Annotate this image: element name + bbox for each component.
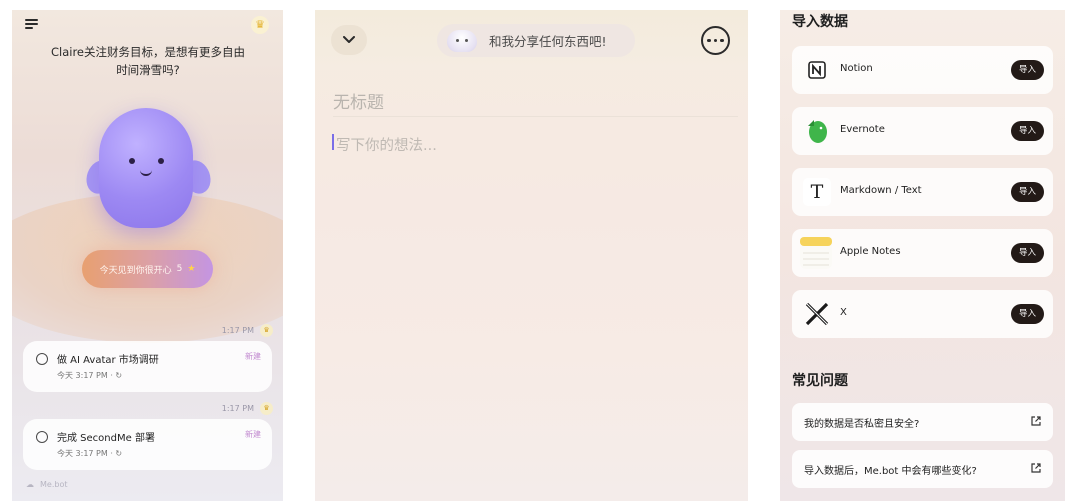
today-pill-label: 今天见到你很开心	[99, 265, 172, 276]
import-button[interactable]: 导入	[1011, 243, 1044, 263]
task-timestamp: 1:17 PM ♛	[222, 324, 273, 337]
greeting-text: Claire关注财务目标，是想有更多自由时间滑雪吗?	[50, 45, 246, 77]
ghost-avatar-icon	[447, 29, 477, 52]
import-source-name: Notion	[840, 63, 873, 74]
import-button[interactable]: 导入	[1011, 304, 1044, 324]
more-options-button[interactable]	[701, 26, 730, 55]
notion-icon	[803, 56, 831, 84]
today-mood-button[interactable]: 今天见到你很开心 5 ★	[82, 250, 213, 288]
task-tag: 新建	[245, 430, 261, 439]
avatar-icon: ♛	[260, 324, 273, 337]
import-button[interactable]: 导入	[1011, 60, 1044, 80]
import-button[interactable]: 导入	[1011, 182, 1044, 202]
crown-icon[interactable]: ♛	[251, 16, 269, 34]
divider	[333, 116, 738, 117]
mascot-eye-right	[158, 158, 164, 164]
import-heading: 导入数据	[792, 14, 848, 30]
menu-icon[interactable]	[25, 19, 38, 30]
task-title: 做 AI Avatar 市场调研	[57, 355, 159, 366]
collapse-button[interactable]	[331, 25, 367, 55]
faq-question: 我的数据是否私密且安全?	[804, 419, 920, 430]
task-card[interactable]: 做 AI Avatar 市场调研 今天 3:17 PM · ↻ 新建	[23, 341, 272, 392]
markdown-icon: T	[803, 178, 831, 206]
import-row-x[interactable]: X 导入	[792, 290, 1053, 338]
import-row-notion[interactable]: Notion 导入	[792, 46, 1053, 94]
footer: ☁ Me.bot	[26, 480, 68, 489]
external-link-icon	[1031, 463, 1041, 473]
avatar-icon: ♛	[260, 402, 273, 415]
task-meta: 今天 3:17 PM · ↻	[57, 449, 123, 458]
import-row-markdown[interactable]: T Markdown / Text 导入	[792, 168, 1053, 216]
import-source-name: X	[840, 307, 847, 318]
mascot-body	[99, 108, 193, 228]
title-input[interactable]: 无标题	[333, 88, 384, 113]
share-prompt[interactable]: 和我分享任何东西吧!	[437, 24, 635, 57]
body-input[interactable]: 写下你的想法...	[336, 134, 437, 155]
apple-notes-icon	[800, 237, 832, 269]
task-meta: 今天 3:17 PM · ↻	[57, 371, 123, 380]
checkbox-icon[interactable]	[36, 353, 48, 365]
import-source-name: Evernote	[840, 124, 885, 135]
checkbox-icon[interactable]	[36, 431, 48, 443]
text-cursor	[332, 134, 334, 150]
task-timestamp: 1:17 PM ♛	[222, 402, 273, 415]
import-button[interactable]: 导入	[1011, 121, 1044, 141]
import-row-evernote[interactable]: Evernote 导入	[792, 107, 1053, 155]
import-source-name: Markdown / Text	[840, 185, 922, 196]
chevron-down-icon	[343, 36, 355, 43]
faq-item[interactable]: 导入数据后，Me.bot 中会有哪些变化?	[792, 450, 1053, 488]
evernote-icon	[803, 117, 831, 145]
mascot-eye-left	[129, 158, 135, 164]
external-link-icon	[1031, 416, 1041, 426]
share-prompt-label: 和我分享任何东西吧!	[489, 34, 607, 49]
x-icon	[803, 300, 831, 328]
faq-question: 导入数据后，Me.bot 中会有哪些变化?	[804, 466, 977, 477]
home-screen: ♛ Claire关注财务目标，是想有更多自由时间滑雪吗? 今天见到你很开心 5 …	[12, 10, 283, 501]
star-icon: ★	[187, 264, 196, 274]
faq-item[interactable]: 我的数据是否私密且安全?	[792, 403, 1053, 441]
bot-icon: ☁	[26, 480, 34, 489]
today-pill-count: 5	[176, 264, 183, 274]
task-card[interactable]: 完成 SecondMe 部署 今天 3:17 PM · ↻ 新建	[23, 419, 272, 470]
task-tag: 新建	[245, 352, 261, 361]
import-row-apple-notes[interactable]: Apple Notes 导入	[792, 229, 1053, 277]
import-data-screen: 导入数据 Notion 导入 Evernote 导入 T Markdown / …	[780, 10, 1065, 501]
import-source-name: Apple Notes	[840, 246, 901, 257]
task-title: 完成 SecondMe 部署	[57, 433, 155, 444]
faq-heading: 常见问题	[792, 373, 848, 389]
note-editor-screen: 和我分享任何东西吧! 无标题 写下你的想法...	[315, 10, 748, 501]
